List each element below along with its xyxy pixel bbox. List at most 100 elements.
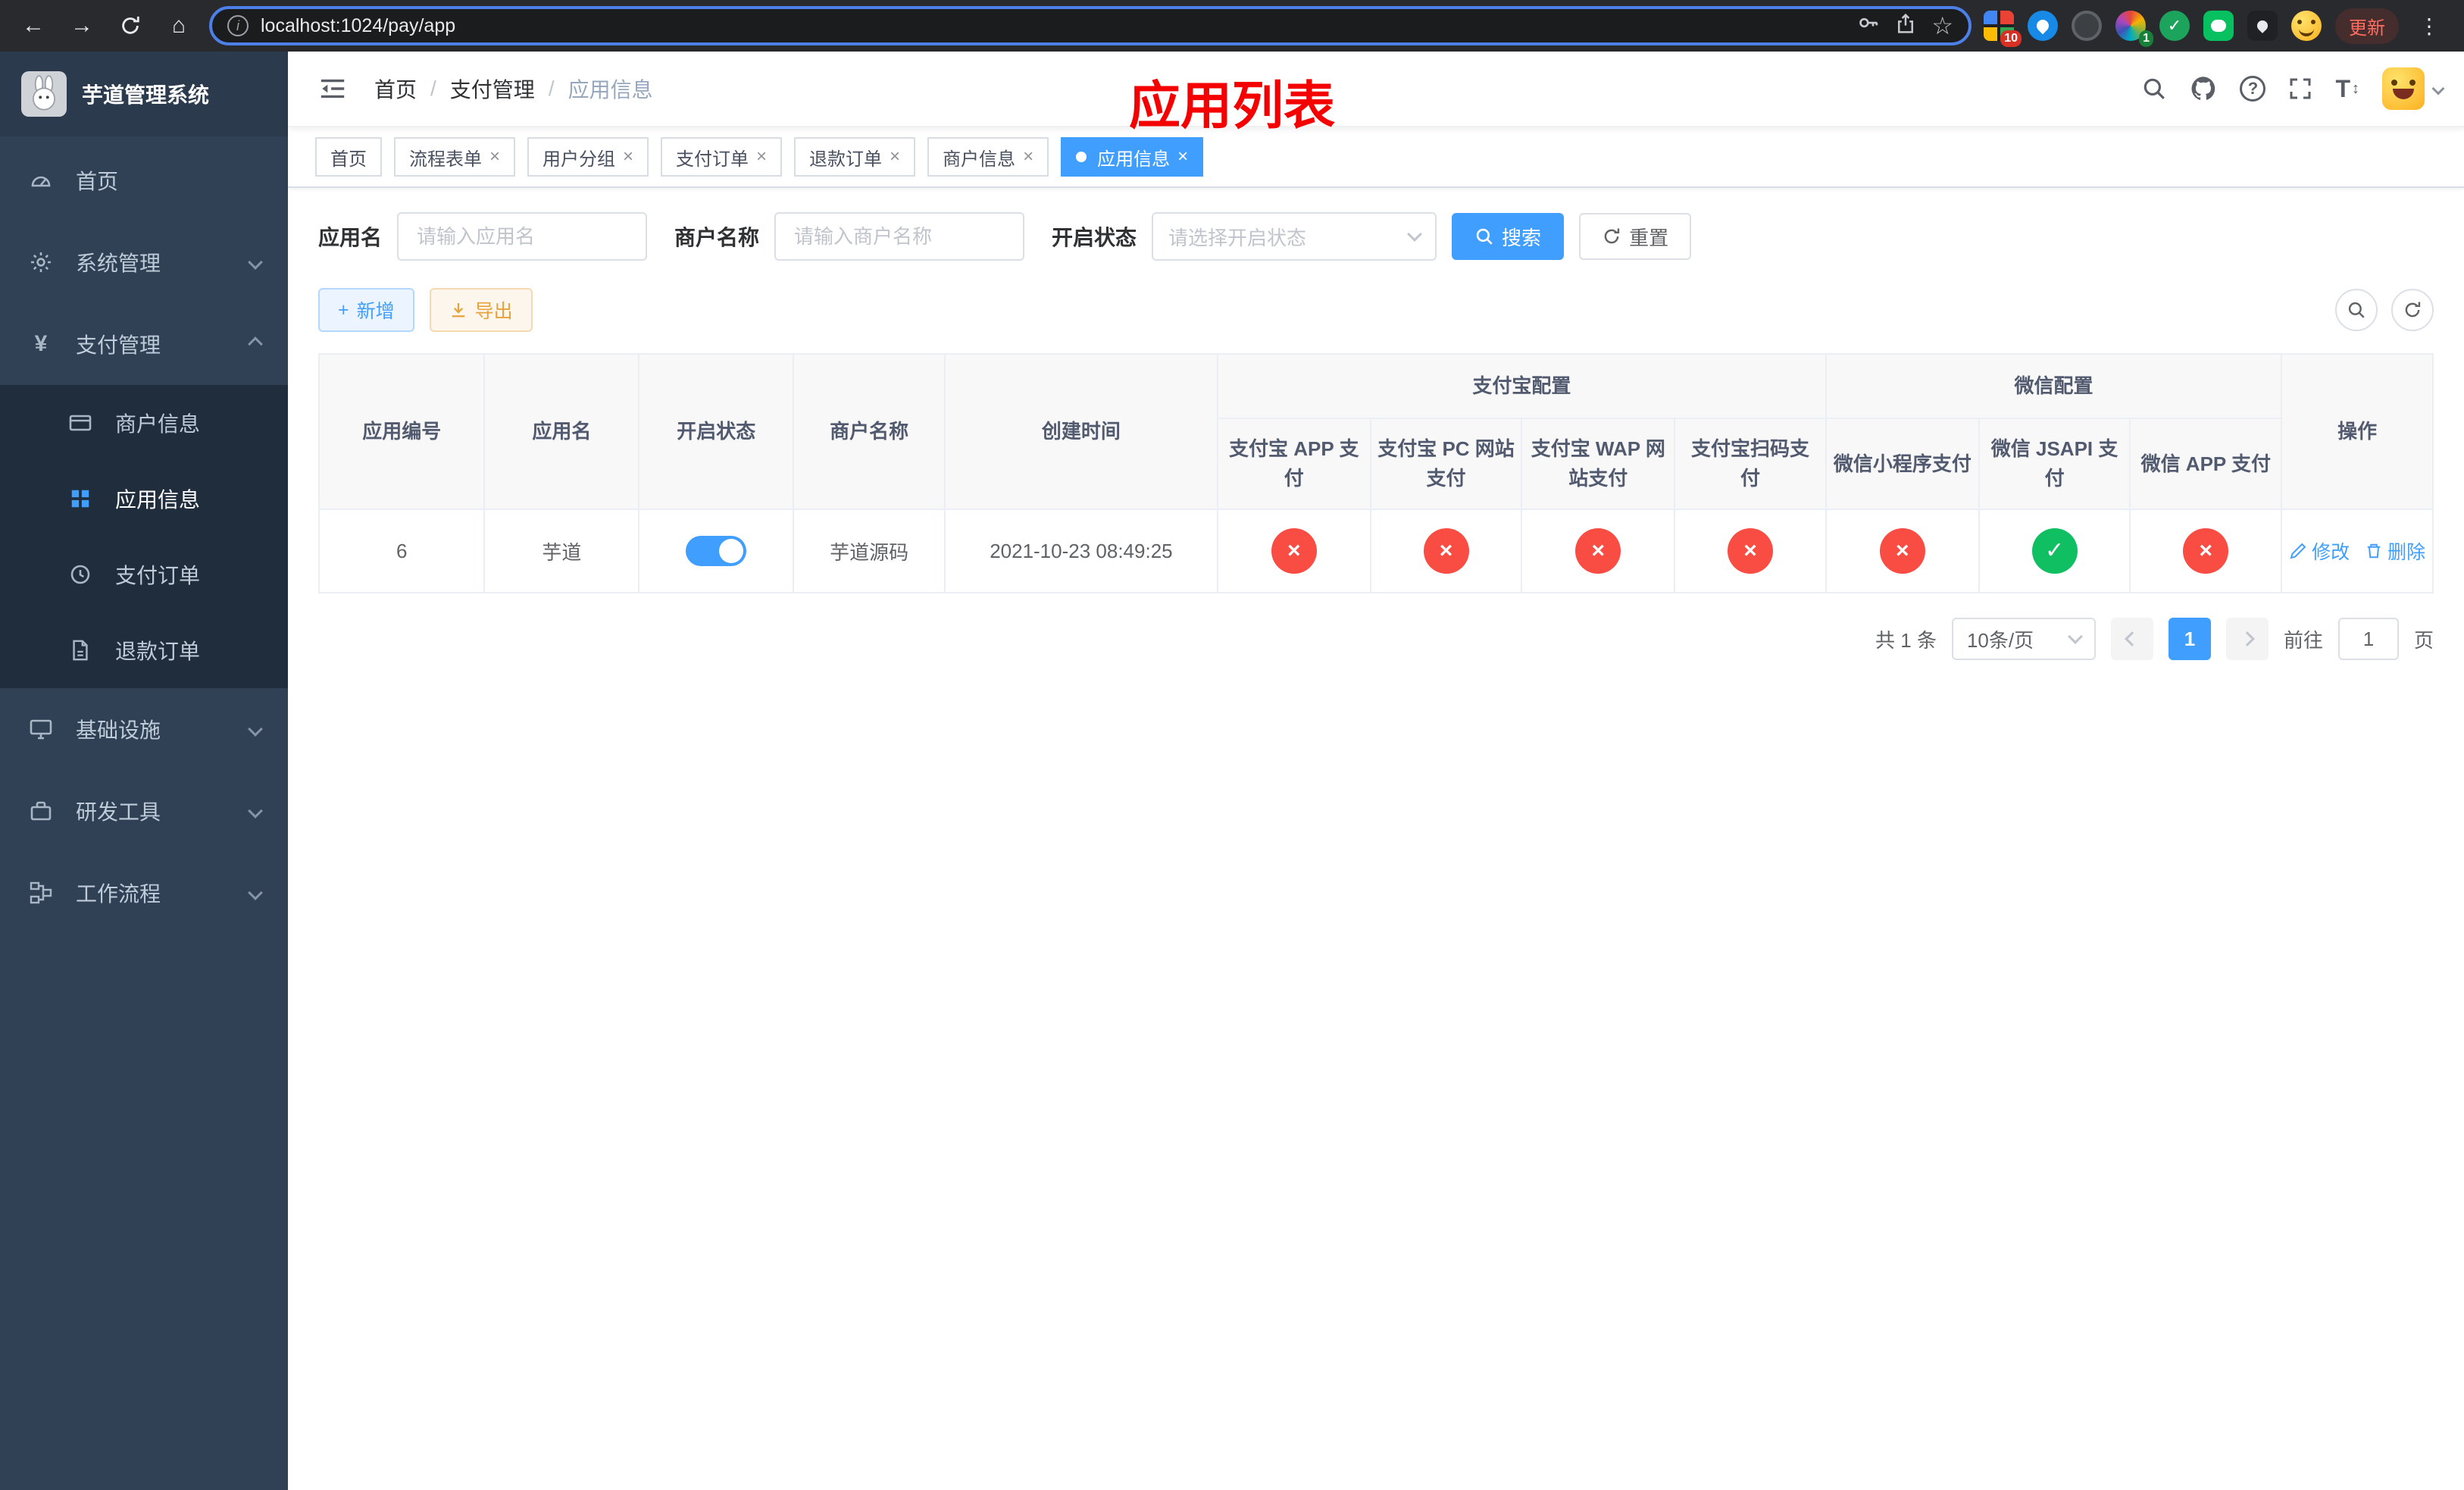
col-wx-app: 微信 APP 支付 [2129, 418, 2283, 510]
cell-created: 2021-10-23 08:49:25 [943, 509, 1218, 593]
extension-drop-icon[interactable] [2028, 11, 2058, 41]
tab-pay-orders[interactable]: 支付订单 × [661, 137, 783, 177]
sidebar-item-app-info[interactable]: 应用信息 [0, 461, 288, 537]
breadcrumb-payment[interactable]: 支付管理 [450, 74, 535, 104]
tab-home[interactable]: 首页 [315, 137, 382, 177]
tab-label: 应用信息 [1097, 149, 1171, 170]
col-status: 开启状态 [638, 353, 795, 510]
edit-button[interactable]: 修改 [2289, 537, 2350, 565]
share-icon [1898, 13, 1914, 33]
col-alipay-wap: 支付宝 WAP 网站支付 [1521, 418, 1676, 510]
sidebar-item-pay-orders[interactable]: 支付订单 [0, 537, 288, 612]
site-info-icon[interactable]: i [227, 15, 249, 36]
browser-update-button[interactable]: 更新 [2335, 8, 2399, 44]
plus-icon: + [338, 299, 349, 321]
status-toggle[interactable] [686, 536, 747, 566]
col-alipay-app: 支付宝 APP 支付 [1216, 418, 1371, 510]
prev-page-button[interactable] [2110, 618, 2153, 660]
refresh-table-button[interactable] [2391, 289, 2434, 331]
user-menu[interactable] [2382, 67, 2445, 110]
extension-emoji-icon[interactable] [2291, 11, 2322, 41]
chevron-down-icon [248, 722, 263, 737]
url-text[interactable]: localhost:1024/pay/app [261, 15, 1845, 37]
app-logo [21, 71, 67, 117]
sidebar-item-system[interactable]: 系统管理 [0, 221, 288, 303]
browser-reload-button[interactable] [112, 8, 149, 44]
extension-check-icon[interactable]: ✓ [2159, 11, 2190, 41]
app-name-label: 应用名 [318, 226, 383, 249]
app-name-input[interactable] [397, 212, 648, 261]
cell-wx-jsapi: ✓ [1978, 509, 2131, 593]
close-icon[interactable]: × [756, 148, 767, 166]
sidebar-item-home[interactable]: 首页 [0, 139, 288, 221]
sidebar-item-payment[interactable]: ¥ 支付管理 [0, 303, 288, 385]
sidebar-item-merchant-info[interactable]: 商户信息 [0, 385, 288, 461]
font-size-button[interactable]: T ↕ [2335, 75, 2359, 103]
export-button-label: 导出 [474, 301, 513, 322]
add-button[interactable]: + 新增 [318, 288, 414, 332]
extension-wechat-icon[interactable] [2203, 11, 2234, 41]
browser-back-button[interactable]: ← [15, 8, 52, 44]
sidebar-item-infrastructure[interactable]: 基础设施 [0, 688, 288, 770]
close-icon[interactable]: × [1023, 148, 1033, 166]
cell-alipay-app: × [1216, 509, 1371, 593]
updown-arrow-icon: ↕ [2352, 80, 2359, 97]
share-button[interactable] [1895, 12, 1916, 40]
close-icon[interactable]: × [1177, 148, 1188, 166]
reset-button[interactable]: 重置 [1579, 213, 1692, 260]
chevron-down-icon [248, 255, 263, 270]
extension-pin-icon[interactable] [2247, 11, 2278, 41]
delete-label: 删除 [2387, 541, 2426, 563]
password-key-icon[interactable] [1857, 11, 1880, 40]
export-button[interactable]: 导出 [429, 288, 533, 332]
address-bar[interactable]: i localhost:1024/pay/app ☆ [209, 6, 1972, 45]
browser-home-button[interactable]: ⌂ [161, 8, 197, 44]
edit-label: 修改 [2312, 541, 2350, 563]
chevron-down-icon [2431, 82, 2445, 95]
help-button[interactable]: ? [2240, 76, 2266, 102]
sidebar-item-refund-orders[interactable]: 退款订单 [0, 612, 288, 688]
close-icon[interactable]: × [489, 148, 500, 166]
goto-page-input[interactable] [2337, 618, 2399, 660]
delete-button[interactable]: 删除 [2365, 537, 2425, 565]
fullscreen-button[interactable] [2288, 77, 2312, 101]
github-link[interactable] [2190, 75, 2217, 102]
page-number-1[interactable]: 1 [2168, 618, 2211, 660]
table-row: 6 芋道 芋道源码 2021-10-23 08:49:25 × × × × × … [317, 509, 2434, 593]
breadcrumb-home[interactable]: 首页 [374, 74, 417, 104]
sidebar-item-workflow[interactable]: 工作流程 [0, 852, 288, 934]
bookmark-star-button[interactable]: ☆ [1931, 11, 1953, 40]
briefcase-icon [27, 799, 55, 823]
tab-refund-orders[interactable]: 退款订单 × [794, 137, 916, 177]
extension-grid-icon[interactable]: 10 [1984, 11, 2022, 47]
app-logo-row[interactable]: 芋道管理系统 [0, 52, 288, 136]
search-button[interactable]: 搜索 [1452, 213, 1565, 260]
tab-merchant-info[interactable]: 商户信息 × [927, 137, 1049, 177]
table-toolbar: + 新增 导出 [318, 288, 2434, 332]
sidebar-item-label: 基础设施 [76, 718, 161, 742]
close-icon[interactable]: × [623, 148, 633, 166]
toggle-search-button[interactable] [2335, 289, 2378, 331]
grid-icon [67, 487, 94, 510]
browser-menu-button[interactable]: ⋮ [2412, 14, 2446, 39]
sidebar-item-dev-tools[interactable]: 研发工具 [0, 770, 288, 852]
chevron-down-icon [248, 885, 263, 900]
col-app-name: 应用名 [483, 353, 640, 510]
extension-dark-icon[interactable] [2072, 11, 2102, 41]
tab-process-form[interactable]: 流程表单 × [394, 137, 516, 177]
next-page-button[interactable] [2225, 618, 2269, 660]
status-select[interactable]: 请选择开启状态 [1152, 212, 1437, 261]
sidebar-toggle-button[interactable] [309, 74, 356, 103]
tab-label: 支付订单 [676, 149, 749, 170]
header-search-button[interactable] [2141, 76, 2167, 102]
tab-label: 退款订单 [809, 149, 883, 170]
tab-app-info[interactable]: 应用信息 × [1061, 137, 1204, 177]
extensions-cluster: 10 1 ✓ 更新 ⋮ [1984, 8, 2449, 47]
merchant-name-input[interactable] [774, 212, 1025, 261]
close-icon[interactable]: × [890, 148, 900, 166]
workflow-icon [27, 881, 55, 905]
browser-forward-button[interactable]: → [64, 8, 100, 44]
page-size-select[interactable]: 10条/页 [1951, 618, 2096, 660]
tab-user-group[interactable]: 用户分组 × [527, 137, 649, 177]
extension-rainbow-icon[interactable]: 1 [2115, 11, 2153, 47]
